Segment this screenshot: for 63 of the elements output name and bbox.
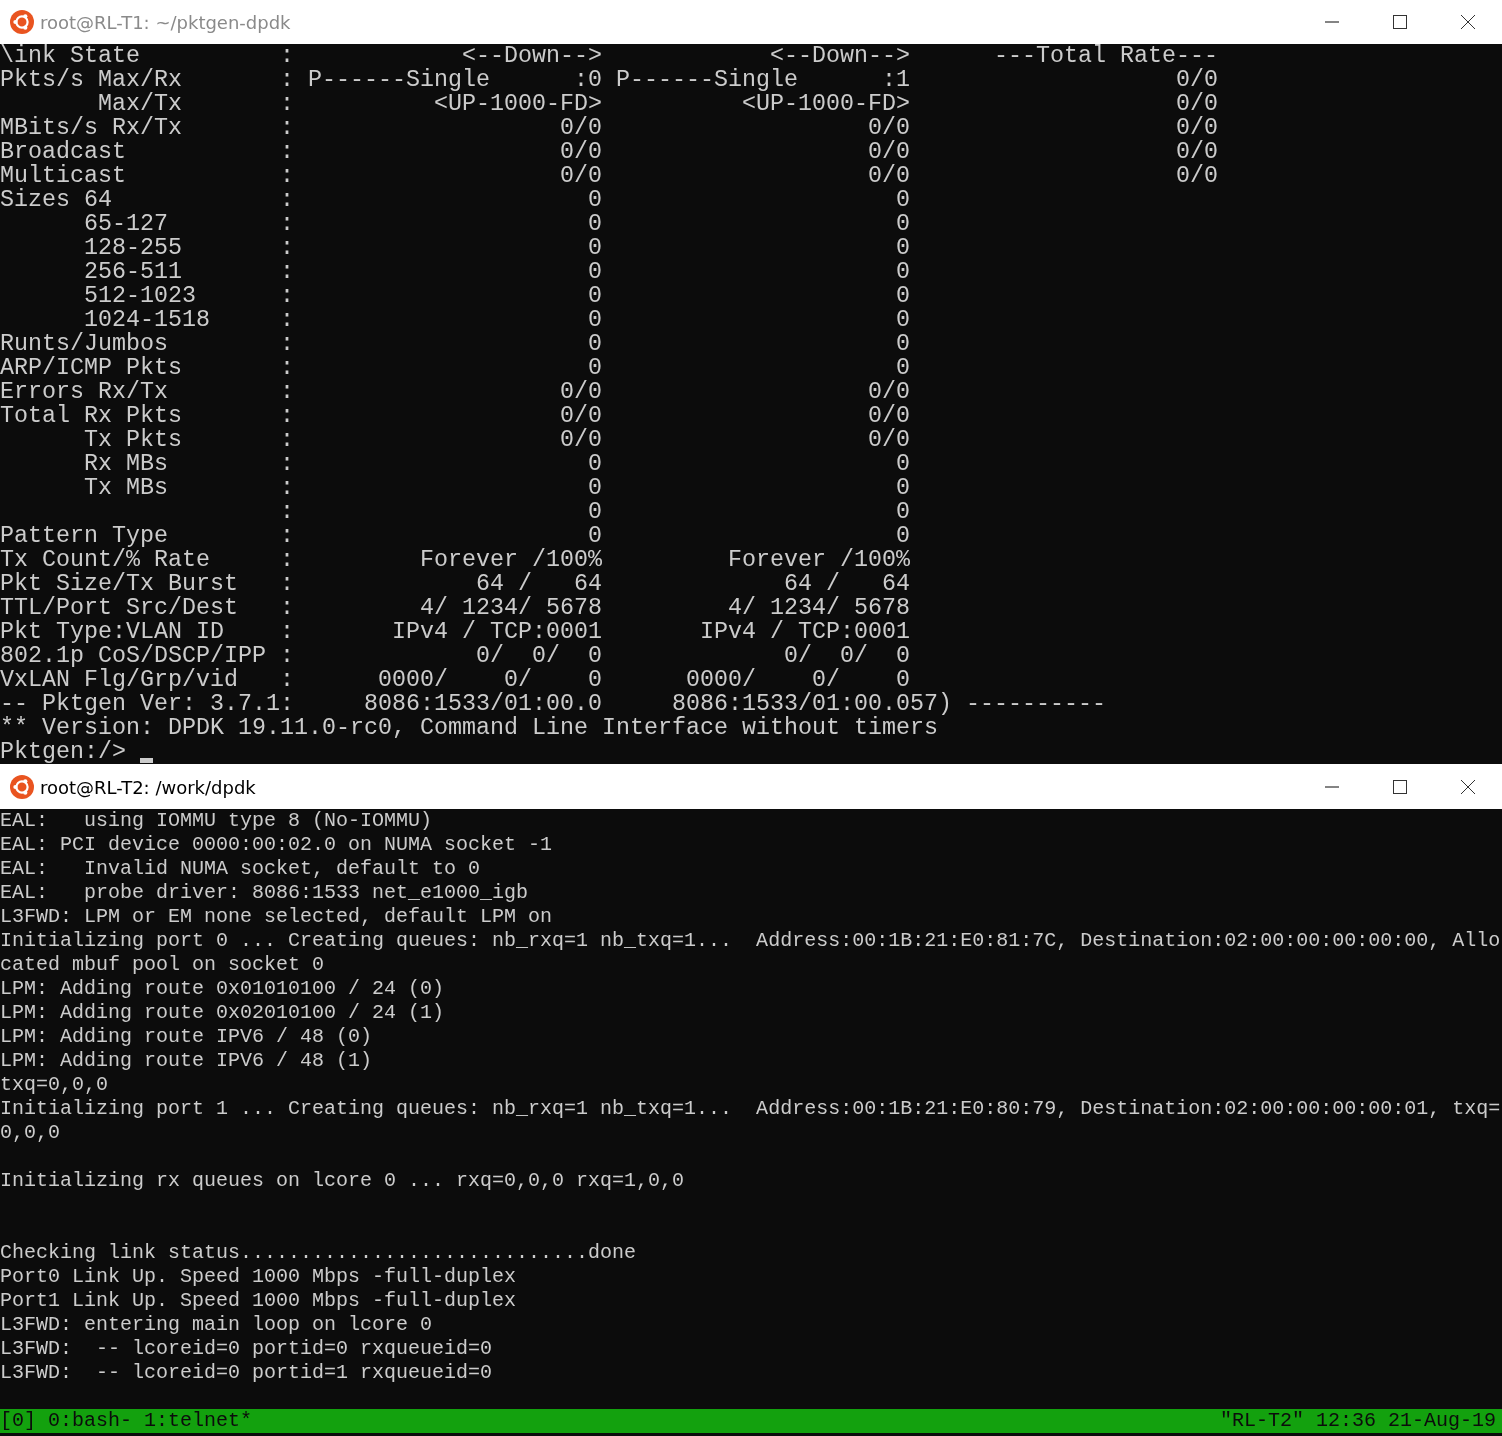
- terminal-line: cated mbuf pool on socket 0: [0, 953, 326, 977]
- window-list: [0] 0:bash- 1:telnet*: [0, 1409, 253, 1433]
- terminal-line: Tx Pkts : 0/0 0/0: [83, 428, 911, 452]
- terminal-line: LPM: Adding route IPV6 / 48 (0): [0, 1025, 374, 1049]
- terminal-line: Pkt Size/Tx Burst : 64 / 64 64 / 64: [0, 572, 911, 596]
- terminal-line: : 0 0: [278, 500, 911, 524]
- command-prompt: Pktgen:/>: [0, 740, 126, 764]
- terminal-line: EAL: probe driver: 8086:1533 net_e1000_igb: [0, 881, 530, 905]
- terminal-line: L3FWD: entering main loop on lcore 0: [0, 1313, 434, 1337]
- terminal-line: 512-1023 : 0 0: [83, 284, 911, 308]
- maximize-icon: [1392, 779, 1408, 795]
- terminal-line: LPM: Adding route 0x01010100 / 24 (0): [0, 977, 446, 1001]
- terminal-line: Runts/Jumbos : 0 0: [0, 332, 911, 356]
- terminal-line: Broadcast : 0/0 0/0 0/0: [0, 140, 1219, 164]
- terminal-line: 1024-1518 : 0 0: [84, 308, 911, 332]
- minimize-icon: [1325, 21, 1339, 23]
- terminal-line: LPM: Adding route 0x02010100 / 24 (1): [0, 1001, 446, 1025]
- terminal-line: txq=0,0,0: [0, 1073, 110, 1097]
- terminal-line: TTL/Port Src/Dest : 4/ 1234/ 5678 4/ 1234/ 5678: [0, 596, 911, 620]
- terminal-line: Initializing port 0 ... Creating queues: nb_rxq=1 nb_txq=1... Address:00:1B:21:E0:81:7C, Destination:02:00:00:00:00:00, Allo: [0, 929, 1502, 953]
- terminal-line: Max/Tx : <UP-1000-FD> <UP-1000-FD> 0/0: [97, 92, 1219, 116]
- terminal-line: Pkts/s Max/Rx : P------Single :0 P------Single :1 0/0: [0, 68, 1219, 92]
- host-clock: "RL-T2" 12:36 21-Aug-19: [1219, 1409, 1496, 1433]
- terminal-line: L3FWD: -- lcoreid=0 portid=0 rxqueueid=0: [0, 1337, 494, 1361]
- terminal-line: Sizes 64 : 0 0: [0, 188, 911, 212]
- terminal-line: 128-255 : 0 0: [83, 236, 911, 260]
- terminal-line: Multicast : 0/0 0/0 0/0: [0, 164, 1219, 188]
- terminal-line: 256-511 : 0 0: [83, 260, 911, 284]
- terminal-line: MBits/s Rx/Tx : 0/0 0/0 0/0: [0, 116, 1219, 140]
- window-title: root@RL-T2: /work/dpdk: [40, 776, 256, 798]
- window-title: root@RL-T1: ~/pktgen-dpdk: [40, 11, 291, 33]
- terminal-line: Errors Rx/Tx : 0/0 0/0: [0, 380, 911, 404]
- terminal-line: EAL: Invalid NUMA socket, default to 0: [0, 857, 482, 881]
- terminal-app-icon: [10, 775, 34, 799]
- minimize-icon: [1325, 786, 1339, 788]
- terminal-line: -- Pktgen Ver: 3.7.1: 8086:1533/01:00.0 8086:1533/01:00.057) ----------: [0, 692, 1107, 716]
- terminal-line: Pkt Type:VLAN ID : IPv4 / TCP:0001 IPv4 / TCP:0001: [0, 620, 911, 644]
- terminal-line: Tx MBs : 0 0: [83, 476, 911, 500]
- terminal-line: Rx MBs : 0 0: [83, 452, 911, 476]
- terminal-line: Pattern Type : 0 0: [0, 524, 911, 548]
- terminal-line: L3FWD: -- lcoreid=0 portid=1 rxqueueid=0: [0, 1361, 494, 1385]
- terminal-line: Checking link status.............................done: [0, 1241, 638, 1265]
- terminal-line: L3FWD: LPM or EM none selected, default LPM on: [0, 905, 554, 929]
- terminal-line: Total Rx Pkts : 0/0 0/0: [0, 404, 911, 428]
- terminal-line: EAL: PCI device 0000:00:02.0 on NUMA socket -1: [0, 833, 554, 857]
- terminal-line: 65-127 : 0 0: [83, 212, 911, 236]
- terminal-line: \ink State : <--Down--> <--Down--> ---Total Rate---: [0, 44, 1219, 68]
- terminal-line: Tx Count/% Rate : Forever /100% Forever /100%: [0, 548, 911, 572]
- terminal-line: 0,0,0: [0, 1121, 61, 1145]
- terminal-line: EAL: using IOMMU type 8 (No-IOMMU): [0, 809, 434, 833]
- close-icon: [1460, 14, 1476, 30]
- terminal-app-icon: [10, 10, 34, 34]
- maximize-icon: [1392, 14, 1408, 30]
- terminal-line: ** Version: DPDK 19.11.0-rc0, Command Line Interface without timers: [0, 716, 938, 740]
- terminal-line: VxLAN Flg/Grp/vid : 0000/ 0/ 0 0000/ 0/ 0: [0, 668, 910, 692]
- terminal-line: ARP/ICMP Pkts : 0 0: [0, 356, 911, 380]
- terminal-line: Port0 Link Up. Speed 1000 Mbps -full-duplex: [0, 1265, 518, 1289]
- terminal-line: 802.1p CoS/DSCP/IPP : 0/ 0/ 0 0/ 0/ 0: [0, 644, 911, 668]
- terminal-line: Initializing port 1 ... Creating queues: nb_rxq=1 nb_txq=1... Address:00:1B:21:E0:80:79, Destination:02:00:00:00:00:01, txq=: [0, 1097, 1502, 1121]
- close-icon: [1460, 779, 1476, 795]
- terminal-line: LPM: Adding route IPV6 / 48 (1): [0, 1049, 374, 1073]
- terminal-line: Initializing rx queues on lcore 0 ... rxq=0,0,0 rxq=1,0,0: [0, 1169, 686, 1193]
- terminal-line: Port1 Link Up. Speed 1000 Mbps -full-duplex: [0, 1289, 518, 1313]
